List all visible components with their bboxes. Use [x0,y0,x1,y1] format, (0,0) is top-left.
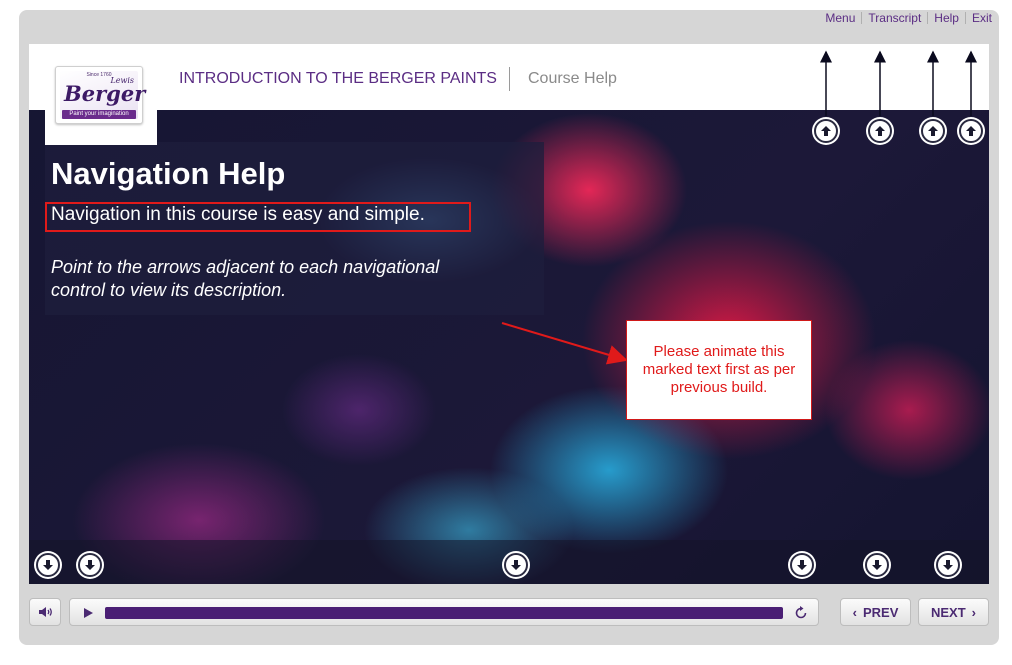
title-divider [509,67,510,91]
menu-hint-arrow-up-icon[interactable] [814,119,838,143]
logo-tagline: Paint your imagination [62,110,136,119]
volume-hint-arrow-down-icon[interactable] [36,553,60,577]
exit-link[interactable]: Exit [966,11,998,25]
progress-fill [105,607,783,619]
annotation-note: Please animate this marked text first as… [626,320,812,420]
progress-control [69,598,819,626]
next-label: NEXT [930,604,966,620]
chevron-right-icon: › [971,604,976,620]
play-hint-arrow-down-icon[interactable] [78,553,102,577]
prev-hint-arrow-down-icon[interactable] [865,553,889,577]
highlight-box [45,202,471,232]
chevron-left-icon: ‹ [852,604,857,620]
top-navigation: Menu Transcript Help Exit [819,10,998,26]
volume-button[interactable] [29,598,61,626]
next-hint-arrow-down-icon[interactable] [936,553,960,577]
description-text: Point to the arrows adjacent to each nav… [51,257,440,300]
berger-logo: Since 1760 Lewis Berger Paint your imagi… [55,66,146,124]
player-controls: ‹ PREV NEXT › [29,596,989,632]
prev-label: PREV [862,604,899,620]
heading: Navigation Help [51,156,286,191]
speaker-icon [39,607,52,617]
replay-hint-arrow-down-icon[interactable] [790,553,814,577]
transcript-link[interactable]: Transcript [862,11,927,25]
prev-button[interactable]: ‹ PREV [840,598,911,626]
help-link[interactable]: Help [928,11,965,25]
replay-icon[interactable] [793,605,809,621]
play-icon[interactable] [82,607,94,619]
logo-container: Since 1760 Lewis Berger Paint your imagi… [45,44,157,145]
exit-hint-arrow-up-icon[interactable] [959,119,983,143]
logo-brand: Berger [64,81,146,106]
menu-link[interactable]: Menu [819,11,861,25]
help-hint-arrow-up-icon[interactable] [921,119,945,143]
transcript-hint-arrow-up-icon[interactable] [868,119,892,143]
next-button[interactable]: NEXT › [918,598,989,626]
course-header: Since 1760 Lewis Berger Paint your imagi… [29,44,989,145]
progress-bar[interactable] [105,607,783,619]
page-title: Course Help [528,70,617,87]
progress-hint-arrow-down-icon[interactable] [504,553,528,577]
course-title: INTRODUCTION TO THE BERGER PAINTS [179,70,497,87]
